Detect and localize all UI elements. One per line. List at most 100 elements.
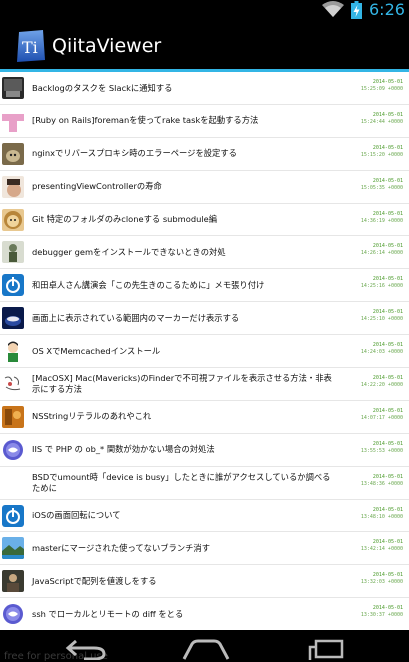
- list-item[interactable]: 画面上に表示されている範囲内のマーカーだけ表示する 2014-05-01 14:25…: [0, 302, 409, 336]
- action-bar: Ti QiitaViewer: [0, 20, 409, 72]
- wifi-icon: [322, 1, 344, 17]
- item-date: 2014-05-01: [372, 309, 403, 316]
- avatar: [2, 274, 24, 297]
- list-item[interactable]: NSStringリテラルのあれやこれ 2014-05-01 14:07:17 +00…: [0, 401, 409, 434]
- item-title: Backlogのタスクを Slackに通知する: [32, 82, 173, 93]
- app-logo-text: Ti: [22, 38, 38, 57]
- item-time: 15:15:20 +0000: [360, 151, 403, 158]
- list-item[interactable]: 和田卓人さん講演会「この先生きのこるために」メモ張り付け 2014-05-01 14…: [0, 269, 409, 303]
- item-timestamp: 2014-05-01 13:55:53 +0000: [353, 441, 403, 455]
- item-time: 14:24:03 +0000: [360, 349, 403, 356]
- item-date: 2014-05-01: [372, 440, 403, 447]
- item-time: 13:48:10 +0000: [360, 513, 403, 520]
- item-timestamp: 2014-05-01 13:32:03 +0000: [353, 572, 403, 586]
- item-time: 13:32:03 +0000: [360, 579, 403, 586]
- avatar: [2, 405, 24, 428]
- item-title: BSDでumount時「device is busy」したときに誰がアクセスして…: [32, 471, 331, 493]
- list-item[interactable]: IIS で PHP の ob_* 関数が効かない場合の対処法 2014-05-01…: [0, 434, 409, 467]
- avatar: [2, 109, 24, 132]
- home-icon[interactable]: [180, 638, 232, 660]
- item-timestamp: 2014-05-01 14:25:16 +0000: [353, 276, 403, 290]
- item-timestamp: 2014-05-01 13:30:37 +0000: [353, 605, 403, 619]
- item-date: 2014-05-01: [372, 111, 403, 118]
- avatar: [2, 438, 24, 461]
- back-icon[interactable]: [62, 638, 108, 660]
- item-date: 2014-05-01: [372, 79, 403, 85]
- avatar: [2, 307, 24, 330]
- avatar: [2, 175, 24, 198]
- item-title: [Ruby on Rails]foremanを使ってrake taskを起動する…: [32, 115, 259, 126]
- avatar: [2, 208, 24, 231]
- list-item[interactable]: Git 特定のフォルダのみcloneする submodule編 2014-05-0…: [0, 204, 409, 237]
- item-date: 2014-05-01: [372, 144, 403, 151]
- item-time: 15:24:44 +0000: [360, 118, 403, 125]
- item-title: iOSの画面回転について: [32, 510, 121, 521]
- item-date: 2014-05-01: [372, 605, 403, 612]
- list-item[interactable]: nginxでリバースプロキシ時のエラーページを設定する 2014-05-01 15:…: [0, 138, 409, 171]
- list-item[interactable]: [MacOSX] Mac(Mavericks)のFinderで不可視ファイルを表…: [0, 368, 409, 401]
- list-item[interactable]: JavaScriptで配列を値渡しをする 2014-05-01 13:32:03 +…: [0, 565, 409, 599]
- app-title: QiitaViewer: [52, 35, 162, 57]
- list-item[interactable]: BSDでumount時「device is busy」したときに誰がアクセスして…: [0, 467, 409, 500]
- item-date: 2014-05-01: [372, 407, 403, 414]
- list-item[interactable]: masterにマージされた使ってないブランチ消す 2014-05-01 13:42:…: [0, 532, 409, 566]
- status-bar: 6:26: [0, 0, 409, 20]
- item-time: 13:48:36 +0000: [360, 480, 403, 487]
- item-title: ssh でローカルとリモートの diff をとる: [32, 608, 184, 619]
- list-item[interactable]: [Ruby on Rails]foremanを使ってrake taskを起動する…: [0, 105, 409, 138]
- item-time: 14:22:20 +0000: [360, 382, 403, 389]
- item-title: JavaScriptで配列を値渡しをする: [32, 575, 157, 586]
- item-title: OS XでMemcachedインストール: [32, 345, 161, 356]
- item-date: 2014-05-01: [372, 342, 403, 349]
- item-date: 2014-05-01: [372, 243, 403, 250]
- battery-charging-icon: [351, 1, 362, 19]
- item-time: 13:30:37 +0000: [360, 612, 403, 619]
- list-item[interactable]: iOSの画面回転について 2014-05-01 13:48:10 +0000: [0, 500, 409, 533]
- list-item[interactable]: presentingViewControllerの寿命 2014-05-01 15:…: [0, 171, 409, 204]
- item-title: masterにマージされた使ってないブランチ消す: [32, 542, 211, 553]
- item-timestamp: 2014-05-01 14:36:19 +0000: [353, 211, 403, 225]
- item-timestamp: 2014-05-01 14:22:20 +0000: [353, 375, 403, 389]
- list-item[interactable]: debugger gemをインストールできないときの対処 2014-05-01 14…: [0, 236, 409, 270]
- item-timestamp: 2014-05-01 14:07:17 +0000: [353, 408, 403, 422]
- item-date: 2014-05-01: [372, 210, 403, 217]
- recent-apps-icon[interactable]: [306, 638, 346, 660]
- avatar: [2, 142, 24, 165]
- item-list[interactable]: Backlogのタスクを Slackに通知する 2014-05-01 15:25:0…: [0, 72, 409, 630]
- status-time: 6:26: [369, 0, 405, 19]
- navigation-bar: free for personal use: [0, 630, 409, 662]
- item-time: 13:55:53 +0000: [360, 447, 403, 454]
- item-date: 2014-05-01: [372, 506, 403, 513]
- item-title: 画面上に表示されている範囲内のマーカーだけ表示する: [32, 312, 240, 323]
- item-title: NSStringリテラルのあれやこれ: [32, 411, 152, 422]
- item-title: Git 特定のフォルダのみcloneする submodule編: [32, 214, 218, 225]
- avatar: [2, 570, 24, 593]
- list-item[interactable]: ssh でローカルとリモートの diff をとる 2014-05-01 13:30:…: [0, 598, 409, 630]
- avatar: [2, 77, 24, 99]
- item-title: nginxでリバースプロキシ時のエラーページを設定する: [32, 148, 237, 159]
- avatar: [2, 340, 24, 363]
- item-timestamp: 2014-05-01 14:24:03 +0000: [353, 342, 403, 356]
- item-date: 2014-05-01: [372, 177, 403, 184]
- list-item[interactable]: OS XでMemcachedインストール 2014-05-01 14:24:03 +…: [0, 335, 409, 369]
- app-logo-icon[interactable]: Ti: [15, 30, 47, 62]
- item-timestamp: 2014-05-01 15:05:35 +0000: [353, 178, 403, 192]
- avatar: [2, 373, 24, 396]
- item-date: 2014-05-01: [372, 276, 403, 283]
- item-timestamp: 2014-05-01 14:26:14 +0000: [353, 243, 403, 257]
- avatar: [2, 537, 24, 560]
- item-time: 15:05:35 +0000: [360, 184, 403, 191]
- item-title: debugger gemをインストールできないときの対処: [32, 246, 226, 257]
- item-date: 2014-05-01: [372, 572, 403, 579]
- item-date: 2014-05-01: [372, 375, 403, 382]
- list-item[interactable]: Backlogのタスクを Slackに通知する 2014-05-01 15:25:0…: [0, 72, 409, 105]
- item-timestamp: 2014-05-01 15:25:09 +0000: [353, 79, 403, 93]
- item-time: 14:07:17 +0000: [360, 414, 403, 421]
- item-timestamp: 2014-05-01 13:48:10 +0000: [353, 507, 403, 521]
- item-title: 和田卓人さん講演会「この先生きのこるために」メモ張り付け: [32, 279, 265, 290]
- avatar: [2, 241, 24, 264]
- item-time: 14:25:10 +0000: [360, 316, 403, 323]
- item-title: [MacOSX] Mac(Mavericks)のFinderで不可視ファイルを表…: [32, 373, 332, 395]
- item-timestamp: 2014-05-01 14:25:10 +0000: [353, 309, 403, 323]
- item-time: 14:25:16 +0000: [360, 283, 403, 290]
